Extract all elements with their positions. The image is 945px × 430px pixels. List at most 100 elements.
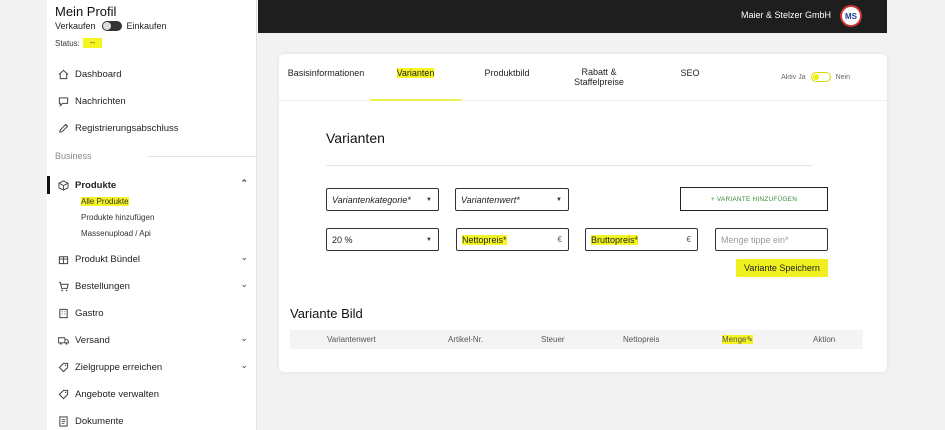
active-toggle-row: Aktiv Ja Nein [781, 72, 850, 82]
sidebar-item-messages[interactable]: Nachrichten [58, 94, 248, 108]
active-tab-underline [370, 99, 461, 101]
variant-value-select[interactable]: Variantenwert* ▼ [455, 188, 569, 211]
variant-image-title: Variante Bild [290, 306, 363, 321]
sidebar-item-shipping[interactable]: Versand ⌄ [58, 333, 248, 347]
sidebar-item-registration[interactable]: Registrierungsabschluss [58, 121, 248, 135]
column-header: Aktion [813, 335, 836, 344]
sidebar-item-bundle[interactable]: Produkt Bündel ⌄ [58, 252, 248, 266]
sidebar-item-dashboard[interactable]: Dashboard [58, 67, 248, 81]
sidebar-subitem-bulk-upload[interactable]: Massenupload / Api [81, 229, 151, 238]
add-variant-button[interactable]: + VARIANTE HINZUFÜGEN [680, 187, 828, 211]
section-business-label: Business [55, 151, 92, 161]
caret-down-icon: ▼ [426, 237, 432, 243]
tax-select[interactable]: 20 % ▼ [326, 228, 439, 251]
sidebar-item-products[interactable]: Produkte ⌃ [58, 178, 248, 192]
active-indicator [47, 176, 50, 194]
avatar[interactable]: MS [840, 5, 862, 27]
net-price-input[interactable]: Nettopreis* € [456, 228, 569, 251]
section-title: Varianten [326, 130, 385, 146]
active-no-label: Nein [835, 73, 850, 81]
sidebar: Mein Profil Verkaufen Einkaufen Status: … [47, 0, 257, 430]
pencil-icon [58, 123, 69, 134]
box-icon [58, 179, 69, 191]
home-icon [58, 69, 69, 80]
sidebar-item-label: Zielgruppe erreichen [75, 361, 163, 373]
currency-symbol: € [557, 235, 562, 244]
variant-category-select[interactable]: Variantenkategorie* ▼ [326, 188, 439, 211]
sidebar-item-label: Dokumente [75, 415, 124, 427]
sidebar-item-label: Angebote verwalten [75, 388, 159, 400]
currency-symbol: € [686, 235, 691, 244]
sidebar-item-label: Produkte [75, 179, 117, 191]
truck-icon [58, 335, 69, 346]
column-header: Variantenwert [327, 335, 376, 344]
chevron-down-icon[interactable]: ⌄ [240, 252, 248, 263]
tab-variants[interactable]: Varianten [370, 68, 461, 78]
column-header-quantity[interactable]: Menge✎ [722, 335, 754, 344]
input-placeholder: Nettopreis* [462, 234, 507, 245]
sidebar-item-label: Nachrichten [75, 95, 126, 107]
sidebar-item-label: Dashboard [75, 68, 122, 80]
variant-editor-card: Basisinformationen Varianten Produktbild… [279, 54, 887, 372]
select-value: 20 % [332, 234, 353, 245]
sidebar-subitem-all-products[interactable]: Alle Produkte [81, 197, 129, 206]
mode-buy-label: Einkaufen [126, 21, 167, 31]
mode-switch-row: Verkaufen Einkaufen [55, 21, 167, 31]
sidebar-item-gastro[interactable]: Gastro [58, 306, 248, 320]
message-icon [58, 96, 69, 107]
sidebar-item-label: Bestellungen [75, 280, 130, 292]
bundle-icon [58, 254, 69, 265]
input-placeholder: Bruttopreis* [591, 234, 639, 245]
chevron-down-icon[interactable]: ⌄ [240, 333, 248, 344]
top-bar: Maier & Stelzer GmbH MS [258, 0, 887, 33]
building-icon [58, 308, 69, 319]
sidebar-item-orders[interactable]: Bestellungen ⌄ [58, 279, 248, 293]
section-divider [326, 165, 813, 166]
tab-seo[interactable]: SEO [670, 68, 710, 78]
chevron-down-icon[interactable]: ⌄ [240, 360, 248, 371]
tab-basis[interactable]: Basisinformationen [282, 68, 370, 78]
tag-icon [58, 362, 69, 373]
active-toggle[interactable] [810, 72, 831, 82]
caret-down-icon: ▼ [556, 197, 562, 203]
active-label: Aktiv [781, 73, 797, 81]
tab-label: Rabatt & [581, 67, 617, 77]
select-placeholder: Variantenkategorie* [332, 194, 411, 205]
status-row: Status: -- [55, 38, 102, 48]
sidebar-item-label: Gastro [75, 307, 104, 319]
column-header: Menge [722, 335, 747, 344]
column-header: Nettopreis [623, 335, 660, 344]
status-badge: -- [82, 38, 102, 48]
sidebar-subitem-add-products[interactable]: Produkte hinzufügen [81, 213, 154, 222]
tab-product-image[interactable]: Produktbild [469, 68, 545, 78]
sidebar-item-documents[interactable]: Dokumente [58, 414, 248, 428]
mode-toggle[interactable] [101, 21, 122, 31]
gross-price-input[interactable]: Bruttopreis* € [585, 228, 698, 251]
profile-title: Mein Profil [55, 4, 117, 19]
tab-label: Staffelpreise [574, 77, 624, 87]
sidebar-item-offers[interactable]: Angebote verwalten [58, 387, 248, 401]
status-label: Status: [55, 38, 80, 48]
company-name[interactable]: Maier & Stelzer GmbH [741, 10, 831, 20]
quantity-input[interactable]: Menge tippe ein* [715, 228, 828, 251]
sidebar-item-label: Registrierungsabschluss [75, 122, 179, 134]
tab-discount[interactable]: Rabatt & Staffelpreise [558, 67, 640, 87]
pencil-icon[interactable]: ✎ [746, 335, 754, 344]
tab-label: Varianten [396, 68, 435, 78]
chevron-up-icon[interactable]: ⌃ [240, 178, 248, 189]
tag-icon [58, 389, 69, 400]
column-header: Steuer [541, 335, 565, 344]
chevron-down-icon[interactable]: ⌄ [240, 279, 248, 290]
select-placeholder: Variantenwert* [461, 194, 520, 205]
sidebar-item-target-group[interactable]: Zielgruppe erreichen ⌄ [58, 360, 248, 374]
input-placeholder: Menge tippe ein* [721, 234, 789, 245]
document-icon [58, 415, 69, 427]
variant-table-header: Variantenwert Artikel-Nr. Steuer Nettopr… [290, 330, 863, 349]
sidebar-item-label: Produkt Bündel [75, 253, 140, 265]
mode-sell-label: Verkaufen [55, 21, 96, 31]
cart-icon [58, 281, 69, 292]
caret-down-icon: ▼ [426, 197, 432, 203]
section-divider [147, 156, 257, 157]
save-variant-button[interactable]: Variante Speichern [736, 259, 828, 277]
sidebar-item-label: Versand [75, 334, 110, 346]
